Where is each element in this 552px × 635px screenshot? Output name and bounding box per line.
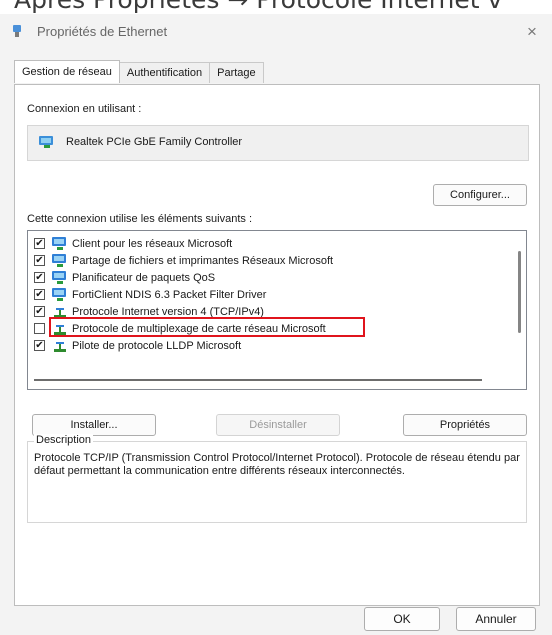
- item-label: Planificateur de paquets QoS: [72, 271, 216, 284]
- tab-strip: Gestion de réseau Authentification Parta…: [14, 60, 264, 83]
- checkbox[interactable]: ✔: [34, 306, 45, 317]
- description-text: Protocole TCP/IP (Transmission Control P…: [34, 452, 520, 477]
- network-adapter-icon: [39, 136, 53, 148]
- checkbox[interactable]: ✔: [34, 255, 45, 266]
- item-label: FortiClient NDIS 6.3 Packet Filter Drive…: [72, 288, 267, 301]
- title-bar: Propriétés de Ethernet ×: [0, 14, 552, 50]
- tab-authentification[interactable]: Authentification: [118, 62, 211, 83]
- list-item[interactable]: Protocole de multiplexage de carte résea…: [34, 320, 326, 337]
- tab-panel: Connexion en utilisant : Realtek PCIe Gb…: [14, 84, 540, 606]
- list-item[interactable]: ✔ FortiClient NDIS 6.3 Packet Filter Dri…: [34, 286, 266, 303]
- adapter-name: Realtek PCIe GbE Family Controller: [66, 136, 243, 148]
- install-button[interactable]: Installer...: [32, 414, 156, 436]
- checkbox[interactable]: ✔: [34, 272, 45, 283]
- item-label: Pilote de protocole LLDP Microsoft: [72, 339, 242, 352]
- checkbox[interactable]: ✔: [34, 289, 45, 300]
- list-item[interactable]: ✔ Pilote de protocole LLDP Microsoft: [34, 337, 241, 354]
- ethernet-plug-icon: [13, 25, 21, 37]
- cancel-button[interactable]: Annuler: [456, 607, 536, 631]
- properties-button[interactable]: Propriétés: [403, 414, 527, 436]
- configure-button[interactable]: Configurer...: [433, 184, 527, 206]
- components-list: ✔ Client pour les réseaux Microsoft ✔ Pa…: [27, 230, 527, 390]
- list-item[interactable]: ✔ Client pour les réseaux Microsoft: [34, 235, 232, 252]
- list-item[interactable]: ✔ Planificateur de paquets QoS: [34, 269, 215, 286]
- ok-button[interactable]: OK: [364, 607, 440, 631]
- protocol-icon: [54, 307, 66, 318]
- checkbox[interactable]: [34, 323, 45, 334]
- properties-dialog: Propriétés de Ethernet × Gestion de rése…: [0, 14, 552, 635]
- connection-label: Connexion en utilisant :: [27, 103, 142, 115]
- caption-strip: Après Propriétés → Protocole Internet v: [0, 0, 552, 14]
- tab-gestion-reseau[interactable]: Gestion de réseau: [14, 60, 120, 83]
- description-legend: Description: [34, 434, 94, 446]
- network-service-icon: [52, 270, 66, 284]
- caption-text: Après Propriétés → Protocole Internet v: [14, 0, 502, 14]
- uninstall-button[interactable]: Désinstaller: [216, 414, 340, 436]
- horizontal-scrollbar[interactable]: [34, 379, 482, 381]
- components-label: Cette connexion utilise les éléments sui…: [27, 213, 253, 225]
- network-service-icon: [52, 253, 66, 267]
- window-title: Propriétés de Ethernet: [37, 24, 168, 39]
- list-item[interactable]: ✔ Partage de fichiers et imprimantes Rés…: [34, 252, 333, 269]
- description-group: Description Protocole TCP/IP (Transmissi…: [27, 434, 527, 523]
- network-client-icon: [52, 236, 66, 250]
- close-button[interactable]: ×: [512, 14, 552, 50]
- adapter-field: Realtek PCIe GbE Family Controller: [27, 125, 529, 161]
- item-label: Protocole Internet version 4 (TCP/IPv4): [72, 305, 264, 318]
- item-label: Client pour les réseaux Microsoft: [72, 237, 233, 250]
- checkbox[interactable]: ✔: [34, 340, 45, 351]
- vertical-scrollbar[interactable]: [518, 251, 521, 333]
- list-item[interactable]: ✔ Protocole Internet version 4 (TCP/IPv4…: [34, 303, 264, 320]
- tab-partage[interactable]: Partage: [209, 62, 264, 83]
- item-label: Protocole de multiplexage de carte résea…: [72, 322, 326, 335]
- network-service-icon: [52, 287, 66, 301]
- protocol-icon: [54, 341, 66, 352]
- protocol-icon: [54, 324, 66, 335]
- checkbox[interactable]: ✔: [34, 238, 45, 249]
- item-label: Partage de fichiers et imprimantes Résea…: [72, 254, 334, 267]
